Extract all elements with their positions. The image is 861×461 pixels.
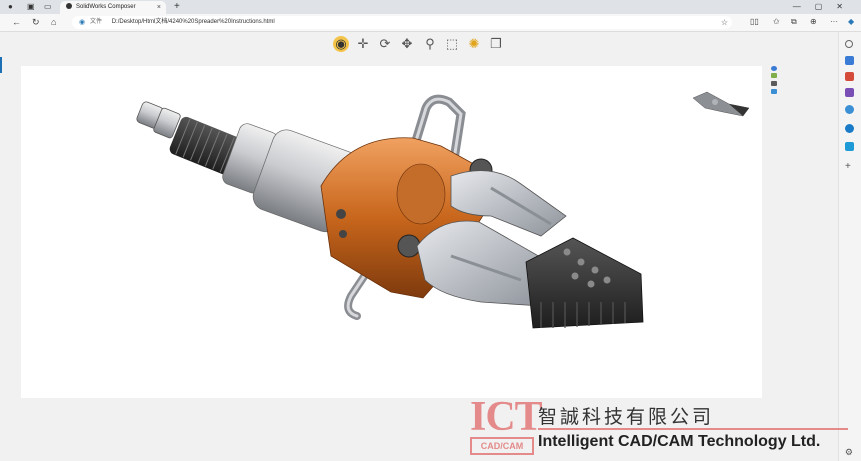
ict-logo-cadcam: CAD/CAM: [470, 437, 534, 455]
eye-icon[interactable]: ◉: [333, 36, 349, 52]
extensions-icon[interactable]: ⊕: [810, 17, 817, 27]
favorites-icon[interactable]: ✩: [773, 17, 780, 27]
site-info-icon[interactable]: ◉: [79, 16, 85, 29]
browser-tab[interactable]: SolidWorks Composer ×: [60, 1, 166, 14]
company-name-chinese: 智誠科技有限公司: [538, 407, 715, 428]
viewport-info-icon[interactable]: [771, 66, 777, 71]
zoom-box-icon[interactable]: ⬚: [444, 36, 460, 52]
tag-icon[interactable]: [845, 56, 854, 65]
tab-favicon-icon: [66, 3, 72, 10]
drop-icon[interactable]: [845, 142, 854, 151]
light-bulb-icon[interactable]: ✺: [466, 36, 482, 52]
viewport-note-icon[interactable]: [771, 89, 777, 94]
hose-coupling: [136, 101, 181, 139]
apps-icon[interactable]: [845, 105, 854, 114]
viewport-image-icon[interactable]: [771, 81, 777, 86]
navigation-bar: ← ↻ ⌂ ◉ 文件 D:/Desktop/Html文档/4240%20Spre…: [0, 14, 861, 32]
copilot-icon[interactable]: ◆: [848, 17, 854, 27]
tab-strip: ● ▣ ▭ SolidWorks Composer × + —▢✕: [0, 0, 861, 14]
outlook-icon[interactable]: [845, 124, 854, 133]
pan-move-icon[interactable]: ✛: [355, 36, 371, 52]
tab-actions-icon[interactable]: ▭: [44, 3, 52, 11]
home-icon[interactable]: ⌂: [51, 17, 56, 27]
ict-logo-letters: ICT: [470, 394, 543, 440]
search-icon[interactable]: [845, 40, 853, 48]
zoom-icon[interactable]: ⚲: [422, 36, 438, 52]
company-name-english: Intelligent CAD/CAM Technology Ltd.: [538, 433, 821, 450]
tab-close-icon[interactable]: ×: [157, 1, 161, 14]
split-screen-icon[interactable]: ▯▯: [750, 17, 759, 27]
tab-title: SolidWorks Composer: [76, 4, 136, 10]
translate-icon[interactable]: ✥: [399, 36, 415, 52]
refresh-icon[interactable]: ↻: [32, 17, 40, 27]
workspaces-icon[interactable]: ▣: [27, 3, 35, 11]
navigation-thumbnail[interactable]: [692, 91, 750, 117]
rotate-icon[interactable]: ⟳: [377, 36, 393, 52]
person-icon[interactable]: [845, 88, 854, 97]
add-icon[interactable]: +: [845, 162, 854, 172]
url-text[interactable]: D:/Desktop/Html文档/4240%20Spreader%20Inst…: [112, 19, 275, 25]
left-accent-bar: [0, 57, 2, 73]
favorite-star-icon[interactable]: ☆: [721, 16, 728, 29]
window-controls[interactable]: —▢✕: [793, 0, 857, 14]
more-menu-icon[interactable]: ···: [830, 17, 838, 27]
serrated-tips: [525, 237, 644, 329]
watermark-divider: [538, 428, 848, 430]
viewport-edit-icon[interactable]: [771, 73, 777, 78]
back-icon[interactable]: ←: [12, 17, 21, 27]
site-label: 文件: [90, 19, 103, 25]
new-tab-button[interactable]: +: [174, 0, 180, 14]
address-bar[interactable]: ◉ 文件 D:/Desktop/Html文档/4240%20Spreader%2…: [72, 16, 732, 29]
collections-icon[interactable]: ⧉: [791, 17, 797, 27]
composer-3d-viewport[interactable]: [21, 66, 762, 398]
view-cube-icon[interactable]: ❐: [488, 36, 504, 52]
browser-sidebar: +: [838, 32, 861, 461]
spreader-tool-model: [136, 91, 750, 329]
profile-icon[interactable]: ●: [8, 3, 16, 11]
toolbox-icon[interactable]: [845, 72, 854, 81]
settings-gear-icon[interactable]: ⚙: [845, 447, 853, 458]
